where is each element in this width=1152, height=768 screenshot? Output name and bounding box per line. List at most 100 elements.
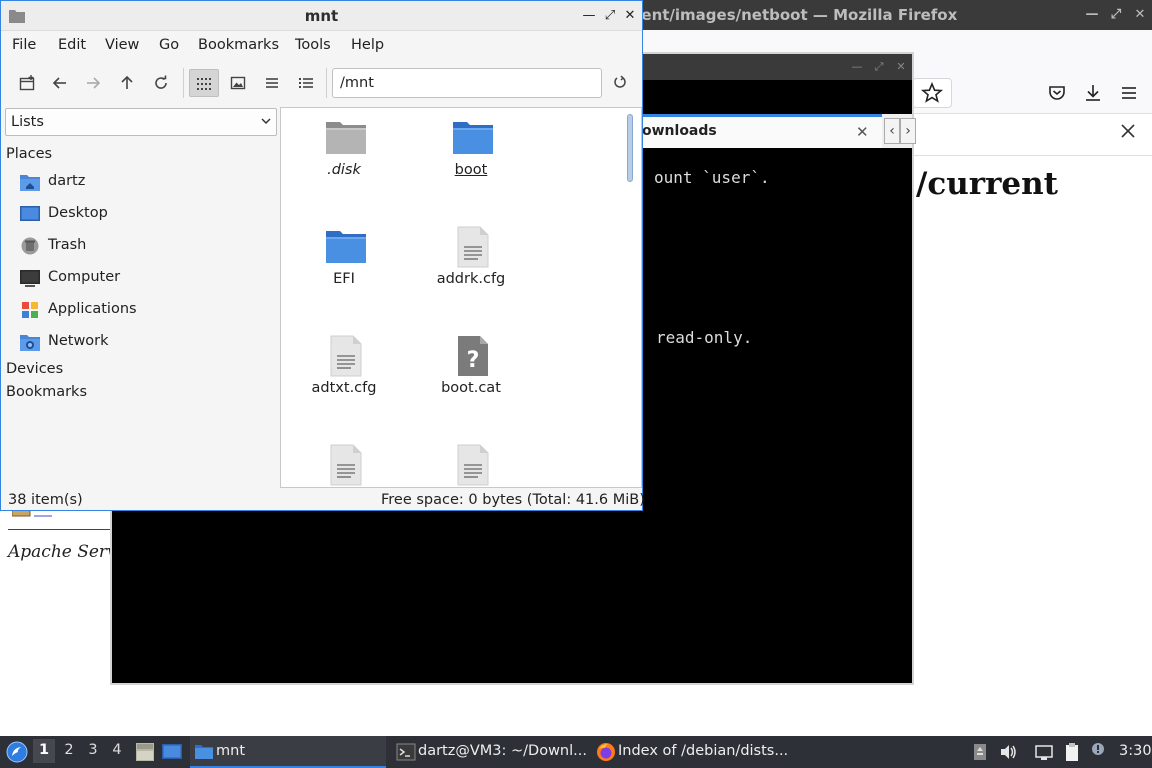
location-text: /mnt	[340, 75, 374, 91]
forward-button[interactable]	[78, 69, 108, 97]
removable-media-icon[interactable]	[970, 742, 990, 762]
workspace-1[interactable]: 1	[33, 739, 55, 763]
sidebar-item-network[interactable]: Network	[19, 330, 269, 356]
file-name: addrk.cfg	[436, 271, 506, 287]
window-title: mnt	[304, 7, 339, 25]
workspace-2[interactable]: 2	[61, 742, 77, 758]
home-folder-icon	[19, 172, 41, 192]
file-item-adtxt-cfg[interactable]: adtxt.cfg	[289, 328, 399, 426]
sidebar-section-places[interactable]: Places	[6, 146, 52, 162]
file-manager-launcher[interactable]	[134, 742, 156, 762]
sidebar-section-bookmarks[interactable]: Bookmarks	[6, 384, 87, 400]
terminal-icon	[396, 742, 416, 762]
file-item-disk[interactable]: .disk	[289, 110, 399, 208]
menu-bookmarks[interactable]: Bookmarks	[198, 37, 279, 53]
file-item-efi[interactable]: EFI	[289, 219, 399, 317]
menu-edit[interactable]: Edit	[58, 37, 86, 53]
update-notifier-icon[interactable]	[1088, 742, 1108, 762]
sidebar-item-applications[interactable]: Applications	[19, 298, 269, 324]
menu-help[interactable]: Help	[351, 37, 384, 53]
pocket-icon[interactable]	[1044, 80, 1070, 106]
minimize-icon[interactable]: —	[1084, 7, 1100, 23]
menu-tools[interactable]: Tools	[295, 37, 331, 53]
clipboard-icon[interactable]	[1062, 742, 1082, 762]
file-item-partial[interactable]	[289, 437, 399, 487]
applications-icon	[19, 300, 41, 320]
sidebar-item-desktop[interactable]: Desktop	[19, 202, 269, 228]
icon-view-button[interactable]	[189, 69, 219, 97]
menu-file[interactable]: File	[12, 37, 36, 53]
sidebar-item-label: Applications	[48, 301, 137, 317]
detailed-list-icon	[299, 78, 313, 88]
sidebar-mode-select[interactable]: Lists	[5, 108, 277, 136]
up-button[interactable]	[112, 69, 142, 97]
file-icon-view[interactable]: .disk boot EFI addrk.cfg adtxt.cfg ? boo…	[280, 107, 642, 488]
minimize-icon[interactable]: —	[581, 8, 597, 24]
thumbnail-view-button[interactable]	[223, 69, 253, 97]
terminal-tab[interactable]: ownloads ✕	[642, 114, 882, 148]
network-status-icon[interactable]	[1034, 742, 1054, 762]
hamburger-menu-icon[interactable]	[1116, 80, 1142, 106]
sidebar-section-devices[interactable]: Devices	[6, 361, 63, 377]
server-signature: Apache Serv	[8, 542, 117, 562]
minimize-icon[interactable]: —	[850, 60, 864, 74]
task-label: dartz@VM3: ~/Downl...	[418, 743, 587, 759]
close-icon[interactable]: ✕	[894, 60, 908, 74]
grid-icon	[197, 78, 211, 90]
scrollbar-thumb[interactable]	[627, 114, 633, 182]
menu-view[interactable]: View	[105, 37, 139, 53]
close-icon[interactable]: ✕	[622, 8, 638, 24]
file-manager-titlebar[interactable]: mnt — ⤢ ✕	[1, 1, 642, 31]
sidebar-mode-value: Lists	[11, 114, 44, 130]
computer-icon	[19, 268, 41, 288]
maximize-icon[interactable]: ⤢	[602, 8, 618, 24]
show-desktop-launcher[interactable]	[161, 742, 183, 762]
start-menu-button[interactable]	[6, 741, 28, 763]
network-icon	[19, 332, 41, 352]
file-item-partial[interactable]	[416, 437, 526, 487]
reload-button[interactable]	[146, 69, 176, 97]
menu-go[interactable]: Go	[159, 37, 179, 53]
maximize-icon[interactable]: ⤢	[1108, 7, 1124, 23]
location-bar[interactable]: /mnt	[332, 68, 602, 98]
workspace-4[interactable]: 4	[109, 742, 125, 758]
text-file-icon	[324, 443, 368, 487]
file-item-addrk-cfg[interactable]: addrk.cfg	[416, 219, 526, 317]
sidebar-item-trash[interactable]: Trash	[19, 234, 269, 260]
maximize-icon[interactable]: ⤢	[872, 60, 886, 74]
taskbar-task-mnt[interactable]: mnt	[190, 736, 386, 768]
downloads-icon[interactable]	[1080, 80, 1106, 106]
firefox-icon	[596, 742, 616, 762]
arrow-right-icon	[87, 77, 101, 89]
file-item-boot[interactable]: boot	[416, 110, 526, 208]
new-tab-icon	[19, 75, 35, 91]
sidebar-item-label: Trash	[48, 237, 87, 253]
file-manager-window: mnt — ⤢ ✕ File Edit View Go Bookmarks To…	[0, 0, 645, 511]
page-heading: /current	[916, 166, 1058, 202]
taskbar-task-terminal[interactable]: dartz@VM3: ~/Downl...	[392, 736, 588, 768]
file-item-boot-cat[interactable]: ? boot.cat	[416, 328, 526, 426]
folder-blue-icon	[451, 116, 495, 160]
scroll-tabs-right-icon[interactable]: ›	[900, 118, 916, 144]
volume-icon[interactable]	[998, 742, 1018, 762]
text-file-icon	[324, 334, 368, 378]
close-icon[interactable]: ✕	[1132, 7, 1148, 23]
go-button[interactable]	[605, 69, 635, 97]
file-name: boot	[454, 162, 488, 178]
close-tab-icon[interactable]: ✕	[856, 123, 869, 141]
scroll-tabs-left-icon[interactable]: ‹	[884, 118, 900, 144]
sidebar-item-label: Computer	[48, 269, 121, 285]
new-tab-button[interactable]	[12, 69, 42, 97]
taskbar-task-firefox[interactable]: Index of /debian/dists...	[592, 736, 792, 768]
clock[interactable]: 3:30	[1119, 743, 1152, 759]
workspace-3[interactable]: 3	[85, 742, 101, 758]
sidebar-item-dartz[interactable]: dartz	[19, 170, 269, 196]
detailed-list-view-button[interactable]	[291, 69, 321, 97]
close-findbar-icon[interactable]	[1118, 121, 1138, 141]
svg-text:?: ?	[467, 348, 480, 373]
compact-view-button[interactable]	[257, 69, 287, 97]
terminal-line: ount `user`.	[654, 168, 770, 187]
bookmark-star-button[interactable]	[912, 78, 952, 108]
sidebar-item-computer[interactable]: Computer	[19, 266, 269, 292]
back-button[interactable]	[45, 69, 75, 97]
